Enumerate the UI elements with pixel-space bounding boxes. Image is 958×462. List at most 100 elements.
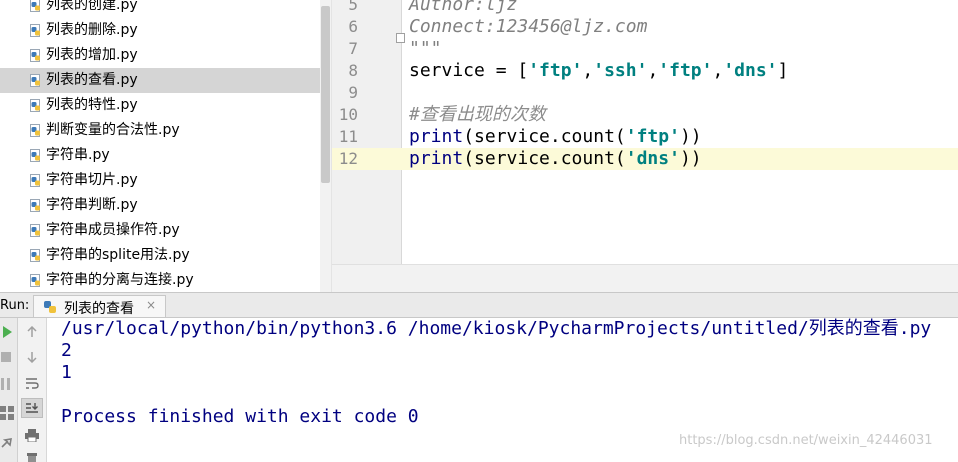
tree-item-label: 列表的查看.py (46, 72, 138, 88)
code-line[interactable]: 10 #查看出现的次数 (332, 104, 958, 126)
tree-item-file[interactable]: 字符串的分离与连接.py (0, 268, 320, 292)
code-line[interactable]: 8 service = ['ftp','ssh','ftp','dns'] (332, 60, 958, 82)
run-tool-window-header: Run: 列表的查看 × (0, 292, 958, 318)
code-token: Author:ljz (409, 0, 518, 15)
close-icon[interactable]: × (146, 298, 156, 312)
code-token: 'ftp' (625, 126, 680, 147)
code-token: 'dns' (625, 148, 680, 169)
code-token: service = [ (409, 60, 529, 81)
tree-item-label: 列表的删除.py (46, 22, 138, 38)
soft-wrap-icon[interactable] (25, 376, 39, 390)
pause-icon[interactable] (1, 378, 11, 390)
arrow-down-icon[interactable] (26, 351, 38, 363)
code-token: print (409, 126, 464, 147)
code-token: , (712, 60, 724, 81)
editor-bottom-area (332, 264, 958, 292)
tree-item-label: 判断变量的合法性.py (46, 122, 180, 138)
python-file-icon (30, 24, 40, 37)
run-tab[interactable]: 列表的查看 × (33, 295, 166, 317)
tree-item-file[interactable]: 列表的查看.py (0, 68, 320, 93)
project-tree: 列表的创建.py 列表的删除.py 列表的增加.py 列表的查看.py 列表的特性.py… (0, 0, 331, 292)
tree-item-label: 字符串.py (46, 147, 110, 163)
line-number: 12 (338, 149, 358, 168)
console-line: Process finished with exit code 0 (61, 406, 419, 427)
python-file-icon (30, 199, 40, 212)
tree-item-file[interactable]: 列表的创建.py (0, 0, 320, 18)
code-token: print (409, 148, 464, 169)
line-number: 6 (348, 17, 358, 36)
python-file-icon (30, 124, 40, 137)
watermark: https://blog.csdn.net/weixin_42446031 (679, 433, 933, 448)
tree-scrollbar-thumb[interactable] (321, 6, 330, 183)
tree-item-file[interactable]: 字符串的splite用法.py (0, 243, 320, 268)
code-text: service = ['ftp','ssh','ftp','dns'] (409, 60, 788, 82)
tree-item-label: 字符串的分离与连接.py (46, 272, 194, 288)
clear-all-icon[interactable] (25, 453, 39, 462)
tree-item-file[interactable]: 列表的删除.py (0, 18, 320, 43)
code-token: 'dns' (723, 60, 778, 81)
tree-item-file[interactable]: 判断变量的合法性.py (0, 118, 320, 143)
code-token: (service.count( (463, 148, 626, 169)
code-token: , (647, 60, 659, 81)
code-editor[interactable]: 5 Author:ljz 6 Connect:123456@ljz.com 7 """ 8 s… (331, 0, 958, 292)
code-token: ] (777, 60, 789, 81)
line-number: 11 (338, 127, 358, 146)
python-file-icon (30, 224, 40, 237)
code-token: (service.count( (463, 126, 626, 147)
line-number: 7 (348, 39, 358, 58)
python-file-icon (30, 99, 40, 112)
code-token: #查看出现的次数 (409, 104, 546, 125)
run-label: Run: (0, 298, 30, 313)
rerun-icon[interactable] (2, 326, 13, 338)
tree-item-label: 字符串成员操作符.py (46, 222, 180, 238)
code-text: print(service.count('ftp')) (409, 126, 702, 148)
code-line[interactable]: 6 Connect:123456@ljz.com (332, 16, 958, 38)
scroll-to-end-icon (26, 403, 38, 413)
python-file-icon (30, 174, 40, 187)
code-line[interactable]: 12 print(service.count('dns')) (332, 148, 958, 170)
scroll-to-end-button[interactable] (21, 398, 43, 418)
python-file-icon (30, 274, 40, 287)
tree-item-label: 字符串的splite用法.py (46, 247, 190, 263)
code-line[interactable]: 9 (332, 82, 958, 104)
tree-item-label: 字符串判断.py (46, 197, 138, 213)
run-toolbar-primary (0, 318, 18, 462)
line-number: 8 (348, 61, 358, 80)
stop-icon[interactable] (1, 352, 11, 362)
code-line[interactable]: 7 """ (332, 38, 958, 60)
python-file-icon (30, 49, 40, 62)
code-text: print(service.count('dns')) (409, 148, 702, 170)
code-token: 'ftp' (528, 60, 583, 81)
tree-item-label: 列表的特性.py (46, 97, 138, 113)
code-token: 'ssh' (593, 60, 648, 81)
code-text: #查看出现的次数 (409, 104, 546, 126)
line-number: 5 (348, 0, 358, 14)
tree-item-label: 列表的增加.py (46, 47, 138, 63)
tree-item-file[interactable]: 字符串成员操作符.py (0, 218, 320, 243)
pin-icon[interactable] (0, 436, 13, 449)
tree-item-label: 字符串切片.py (46, 172, 138, 188)
run-toolbar-secondary (18, 318, 47, 462)
tree-item-file[interactable]: 列表的增加.py (0, 43, 320, 68)
line-number: 10 (338, 105, 358, 124)
code-text: Connect:123456@ljz.com (409, 16, 647, 38)
line-number: 9 (348, 83, 358, 102)
layout-icon[interactable] (0, 406, 14, 420)
code-token: 'ftp' (658, 60, 713, 81)
python-file-icon (30, 149, 40, 162)
arrow-up-icon[interactable] (26, 326, 38, 338)
code-token: )) (679, 126, 702, 147)
code-line[interactable]: 11 print(service.count('ftp')) (332, 126, 958, 148)
print-icon[interactable] (25, 429, 39, 442)
console-line: 2 (61, 340, 72, 361)
console-line: /usr/local/python/bin/python3.6 /home/ki… (61, 318, 932, 339)
python-file-icon (44, 301, 56, 313)
tree-item-file[interactable]: 字符串判断.py (0, 193, 320, 218)
tree-item-label: 列表的创建.py (46, 0, 138, 13)
python-file-icon (30, 0, 40, 12)
tree-item-file[interactable]: 字符串.py (0, 143, 320, 168)
code-line[interactable]: 5 Author:ljz (332, 0, 958, 16)
tree-item-file[interactable]: 字符串切片.py (0, 168, 320, 193)
run-tab-label: 列表的查看 (64, 301, 134, 317)
tree-item-file[interactable]: 列表的特性.py (0, 93, 320, 118)
